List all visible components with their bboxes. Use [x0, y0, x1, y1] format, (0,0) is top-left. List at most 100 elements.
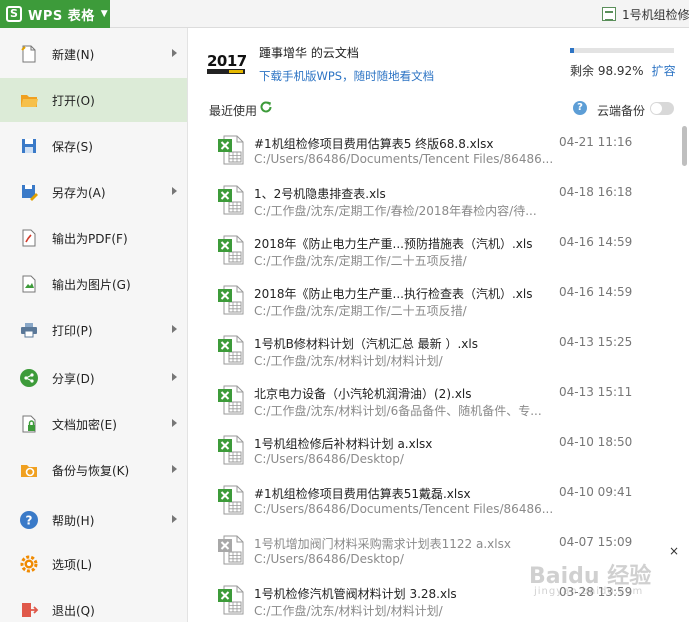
file-time: 04-18 16:18 [559, 185, 633, 199]
recent-file-row[interactable]: 2018年《防止电力生产重...预防措施表（汽机）.xls C:/工作盘/沈东/定… [189, 226, 681, 276]
pdf-icon [18, 227, 40, 249]
submenu-arrow-icon [172, 465, 177, 473]
year-badge-text: 2017 [207, 52, 247, 70]
recent-file-row[interactable]: #1机组检修项目费用估算表5 终版68.8.xlsx C:/Users/86486… [189, 126, 681, 176]
menu-item-label: 文档加密(E) [52, 417, 117, 432]
excel-file-icon [217, 534, 245, 566]
expand-storage-link[interactable]: 扩容 [652, 64, 676, 78]
file-time: 04-10 18:50 [559, 435, 633, 449]
wps-backstage-window: S WPS 表格 ▼ 1号机组检修 新建(N) 打开(O) 保存(S) 另存为(A) 输… [0, 0, 689, 622]
baidu-watermark-url: jingyan.baidu.com [534, 586, 644, 597]
menu-item-label: 新建(N) [52, 47, 95, 62]
recent-file-row[interactable]: 1、2号机隐患排查表.xls C:/工作盘/沈东/定期工作/春检/2018年春检内… [189, 176, 681, 226]
recent-file-row[interactable]: #1机组检修项目费用估算表51戴磊.xlsx C:/Users/86486/Doc… [189, 476, 681, 526]
menu-item-help[interactable]: ? 帮助(H) [0, 498, 187, 542]
menu-item-encrypt[interactable]: 文档加密(E) [0, 402, 187, 446]
scrollbar-thumb[interactable] [682, 126, 687, 166]
refresh-icon[interactable] [259, 100, 273, 114]
excel-file-icon [217, 434, 245, 466]
svg-text:?: ? [26, 514, 33, 528]
menu-item-share[interactable]: 分享(D) [0, 356, 187, 400]
cloud-backup-label: 云端备份 [597, 104, 646, 118]
submenu-arrow-icon [172, 325, 177, 333]
app-title: WPS 表格 [28, 8, 95, 24]
menu-item-label: 输出为PDF(F) [52, 231, 128, 246]
menu-item-label: 打开(O) [52, 93, 95, 108]
cloud-docs-header: 2017 踵事增华 的云文档 下载手机版WPS，随时随地看文档 剩余 98.92… [189, 28, 689, 94]
cloud-user-title: 踵事增华 的云文档 [259, 44, 359, 61]
menu-item-label: 分享(D) [52, 371, 95, 386]
question-icon[interactable]: ? [573, 101, 587, 115]
menu-item-label: 保存(S) [52, 139, 93, 154]
menu-item-gear[interactable]: 选项(L) [0, 542, 187, 586]
recent-title: 最近使用 [209, 104, 258, 118]
submenu-arrow-icon [172, 515, 177, 523]
remove-recent-close-icon[interactable]: × [669, 544, 679, 558]
exit-icon [18, 599, 40, 621]
menu-item-label: 选项(L) [52, 557, 93, 572]
excel-file-icon [217, 284, 245, 316]
menu-item-save-as[interactable]: 另存为(A) [0, 170, 187, 214]
print-icon [18, 319, 40, 341]
recent-file-row[interactable]: 北京电力设备（小汽轮机润滑油）(2).xls C:/工作盘/沈东/材料计划/6备品… [189, 376, 681, 426]
menu-item-pdf[interactable]: 输出为PDF(F) [0, 216, 187, 260]
submenu-arrow-icon [172, 49, 177, 57]
recent-file-row[interactable]: 1号机组检修后补材料计划 a.xlsx C:/Users/86486/Deskto… [189, 426, 681, 476]
document-tab[interactable]: 1号机组检修 [602, 0, 689, 28]
storage-quota-text: 剩余 98.92% 扩容 [570, 62, 676, 79]
file-name: 北京电力设备（小汽轮机润滑油）(2).xls [254, 387, 472, 401]
app-menu-button[interactable]: S WPS 表格 ▼ [0, 0, 110, 28]
menu-item-label: 输出为图片(G) [52, 277, 131, 292]
recent-file-row[interactable]: 2018年《防止电力生产重...执行检查表（汽机）.xls C:/工作盘/沈东/定… [189, 276, 681, 326]
menu-item-label: 备份与恢复(K) [52, 463, 130, 478]
file-time: 04-13 15:11 [559, 385, 633, 399]
excel-file-icon [217, 384, 245, 416]
file-path: C:/工作盘/沈东/定期工作/春检/2018年春检内容/待... [254, 204, 537, 218]
wps-logo-icon: S [6, 6, 22, 22]
backstage-menu: 新建(N) 打开(O) 保存(S) 另存为(A) 输出为PDF(F) 输出为图片(G) 打印… [0, 28, 188, 622]
file-name: #1机组检修项目费用估算表51戴磊.xlsx [254, 487, 471, 501]
save-icon [18, 135, 40, 157]
file-time: 04-21 11:16 [559, 135, 633, 149]
file-time: 04-16 14:59 [559, 235, 633, 249]
file-time: 04-10 09:41 [559, 485, 633, 499]
menu-item-print[interactable]: 打印(P) [0, 308, 187, 352]
file-time: 04-16 14:59 [559, 285, 633, 299]
storage-quota-bar [570, 48, 674, 53]
share-icon [18, 367, 40, 389]
save-as-icon [18, 181, 40, 203]
menu-item-backup[interactable]: 备份与恢复(K) [0, 448, 187, 492]
file-path: C:/工作盘/沈东/材料计划/材料计划/ [254, 354, 443, 368]
file-name: 1号机B修材料计划（汽机汇总 最新 ）.xls [254, 337, 478, 351]
menu-item-label: 另存为(A) [52, 185, 106, 200]
cloud-user-name: 踵事增华 [259, 46, 308, 60]
recent-file-row[interactable]: 1号机B修材料计划（汽机汇总 最新 ）.xls C:/工作盘/沈东/材料计划/材料… [189, 326, 681, 376]
year-badge: 2017 [207, 54, 247, 74]
storage-remaining: 剩余 98.92% [570, 64, 644, 78]
cloud-backup-toggle[interactable] [650, 102, 674, 115]
submenu-arrow-icon [172, 187, 177, 195]
menu-item-save[interactable]: 保存(S) [0, 124, 187, 168]
cloud-user-suffix: 的云文档 [307, 46, 359, 60]
open-folder-icon [18, 89, 40, 111]
excel-file-icon [217, 584, 245, 616]
file-path: C:/Users/86486/Desktop/ [254, 452, 404, 466]
download-mobile-link[interactable]: 下载手机版WPS，随时随地看文档 [259, 68, 434, 84]
submenu-arrow-icon [172, 373, 177, 381]
file-name: 1、2号机隐患排查表.xls [254, 187, 386, 201]
file-path: C:/工作盘/沈东/材料计划/6备品备件、随机备件、专... [254, 404, 542, 418]
submenu-arrow-icon [172, 419, 177, 427]
chevron-down-icon: ▼ [100, 9, 108, 19]
file-name: 1号机增加阀门材料采购需求计划表1122 a.xlsx [254, 537, 511, 551]
menu-item-open-folder[interactable]: 打开(O) [0, 78, 187, 122]
file-path: C:/Users/86486/Documents/Tencent Files/8… [254, 152, 554, 166]
excel-file-icon [217, 234, 245, 266]
excel-file-icon [217, 184, 245, 216]
file-name: 2018年《防止电力生产重...预防措施表（汽机）.xls [254, 237, 533, 251]
menu-item-new-file[interactable]: 新建(N) [0, 32, 187, 76]
menu-item-exit[interactable]: 退出(Q) [0, 588, 187, 622]
file-path: C:/工作盘/沈东/材料计划/材料计划/ [254, 604, 443, 618]
menu-item-label: 帮助(H) [52, 513, 95, 528]
storage-quota-fill [570, 48, 575, 53]
menu-item-image-export[interactable]: 输出为图片(G) [0, 262, 187, 306]
